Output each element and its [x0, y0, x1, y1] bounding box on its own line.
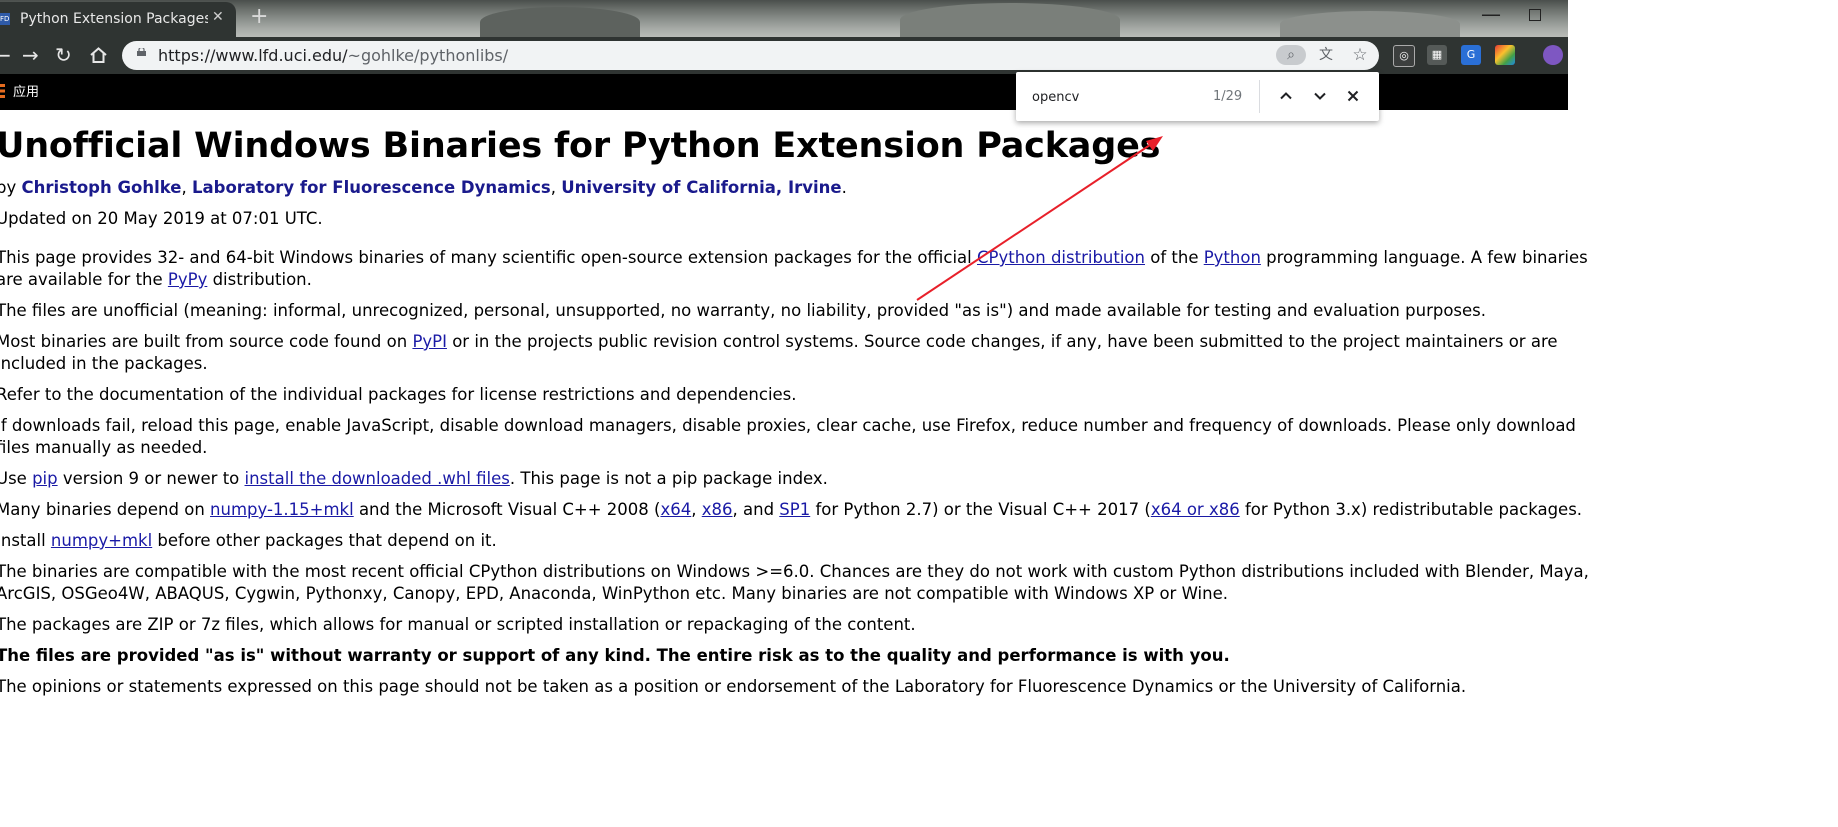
pip-link[interactable]: pip — [32, 469, 58, 488]
window-minimize-button[interactable]: — — [1481, 2, 1501, 26]
paragraph-compatibility: The binaries are compatible with the mos… — [0, 562, 1589, 581]
translate-icon[interactable]: 文 — [1315, 45, 1337, 65]
paragraph-source-cont: included in the packages. — [0, 354, 208, 373]
tab-close-icon[interactable]: ✕ — [212, 9, 224, 25]
bookmark-apps[interactable]: 应用 — [13, 81, 39, 100]
updated-text: Updated on 20 May 2019 at 07:01 UTC. — [0, 209, 323, 228]
find-next-button[interactable] — [1309, 85, 1331, 107]
paragraph-disclaimer: The opinions or statements expressed on … — [0, 677, 1467, 696]
paragraph-packages: The packages are ZIP or 7z files, which … — [0, 615, 916, 634]
paragraph-downloads-cont: files manually as needed. — [0, 438, 208, 457]
vc2008-sp1-link[interactable]: SP1 — [779, 500, 810, 519]
reload-icon[interactable]: ↻ — [55, 43, 72, 67]
background-tree — [480, 7, 640, 37]
paragraph-unofficial: The files are unofficial (meaning: infor… — [0, 301, 1487, 320]
url-path: ~gohlke/pythonlibs/ — [347, 46, 509, 65]
site-favicon-icon: FD — [0, 13, 10, 25]
pypy-link[interactable]: PyPy — [168, 270, 207, 289]
window-maximize-button[interactable] — [1529, 9, 1541, 21]
paragraph-pip: Use pip version 9 or newer to install th… — [0, 469, 828, 488]
tab-title: Python Extension Packages for Windows — [20, 11, 208, 27]
find-match-count: 1/29 — [1213, 89, 1243, 104]
find-input[interactable] — [1032, 86, 1202, 108]
paragraph-license: Refer to the documentation of the indivi… — [0, 385, 797, 404]
paragraph-install-numpy: Install numpy+mkl before other packages … — [0, 531, 497, 550]
background-tree — [1280, 11, 1460, 37]
home-icon[interactable] — [90, 47, 107, 63]
new-tab-button[interactable]: + — [250, 4, 268, 29]
paragraph-intro-cont: are available for the PyPy distribution. — [0, 270, 312, 289]
extension-glasses-icon[interactable]: ◎ — [1393, 45, 1415, 67]
url-host: https://www.lfd.uci.edu/ — [158, 46, 348, 65]
forward-icon[interactable]: → — [22, 43, 39, 67]
paragraph-compatibility-cont: ArcGIS, OSGeo4W, ABAQUS, Cygwin, Pythonx… — [0, 584, 1228, 603]
vc2008-x64-link[interactable]: x64 — [660, 500, 691, 519]
paragraph-warranty: The files are provided "as is" without w… — [0, 646, 1230, 665]
find-bar: 1/29 — [1016, 72, 1379, 121]
browser-tab-active[interactable]: FD Python Extension Packages for Windows… — [0, 2, 236, 37]
byline: by Christoph Gohlke, Laboratory for Fluo… — [0, 178, 847, 197]
find-in-page-icon[interactable]: ⌕ — [1276, 45, 1306, 65]
extension-blob-icon[interactable] — [1543, 45, 1563, 65]
paragraph-dependencies: Many binaries depend on numpy-1.15+mkl a… — [0, 500, 1583, 519]
vc2017-link[interactable]: x64 or x86 — [1151, 500, 1240, 519]
cpython-link[interactable]: CPython distribution — [977, 248, 1145, 267]
extension-color-icon[interactable] — [1495, 45, 1515, 65]
url-text[interactable]: https://www.lfd.uci.edu/~gohlke/pythonli… — [158, 46, 508, 65]
back-icon[interactable]: ← — [0, 43, 11, 67]
extension-grid-icon[interactable]: ▦ — [1427, 45, 1447, 65]
university-link[interactable]: University of California, Irvine — [561, 178, 841, 197]
find-close-button[interactable] — [1342, 85, 1364, 107]
find-previous-button[interactable] — [1275, 85, 1297, 107]
extension-translate-icon[interactable]: G — [1461, 45, 1481, 65]
install-whl-link[interactable]: install the downloaded .whl files — [245, 469, 510, 488]
find-divider — [1259, 80, 1260, 113]
apps-grid-icon[interactable] — [0, 84, 5, 98]
bookmark-star-icon[interactable]: ☆ — [1349, 45, 1371, 65]
numpy-mkl-install-link[interactable]: numpy+mkl — [51, 531, 152, 550]
python-link[interactable]: Python — [1204, 248, 1261, 267]
lab-link[interactable]: Laboratory for Fluorescence Dynamics — [192, 178, 551, 197]
author-link[interactable]: Christoph Gohlke — [21, 178, 181, 197]
vc2008-x86-link[interactable]: x86 — [702, 500, 733, 519]
paragraph-downloads: If downloads fail, reload this page, ena… — [0, 416, 1576, 435]
numpy-mkl-link[interactable]: numpy-1.15+mkl — [210, 500, 354, 519]
paragraph-intro: This page provides 32- and 64-bit Window… — [0, 248, 1588, 267]
page-title: Unofficial Windows Binaries for Python E… — [0, 126, 1161, 166]
background-tree — [900, 3, 1120, 37]
paragraph-source: Most binaries are built from source code… — [0, 332, 1558, 351]
lock-icon — [137, 48, 146, 56]
pypi-link[interactable]: PyPI — [412, 332, 447, 351]
